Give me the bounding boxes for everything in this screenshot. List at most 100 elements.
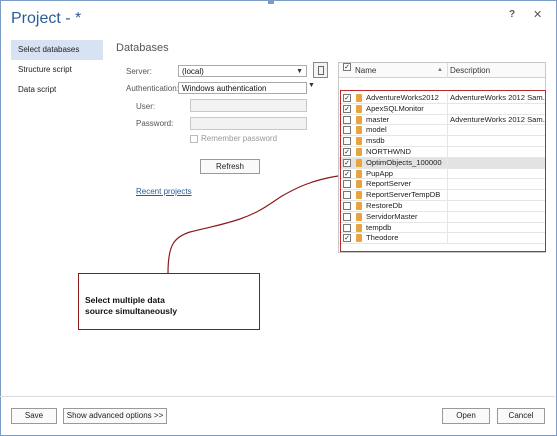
database-icon	[356, 158, 362, 167]
row-checkbox[interactable]	[343, 191, 351, 200]
database-name: ServidorMaster	[366, 211, 418, 221]
database-icon	[356, 104, 362, 113]
row-checkbox[interactable]: ✓	[343, 104, 351, 113]
row-checkbox[interactable]	[343, 115, 351, 124]
footer-divider	[0, 396, 555, 397]
database-description	[447, 233, 545, 244]
help-icon[interactable]: ?	[509, 9, 515, 20]
database-icon	[356, 234, 362, 243]
table-row[interactable]: ServidorMaster	[339, 211, 545, 223]
dialog-title: Project - *	[11, 10, 82, 27]
server-icon	[318, 66, 324, 75]
password-label: Password:	[136, 119, 174, 128]
callout-line-2: source simultaneously	[85, 306, 178, 316]
sidebar-nav: Select databases Structure script Data s…	[11, 40, 103, 100]
table-row[interactable]: model	[339, 125, 545, 137]
user-label: User:	[136, 102, 156, 111]
table-row[interactable]: ✓ NORTHWND	[339, 146, 545, 158]
row-checkbox[interactable]	[343, 223, 351, 232]
table-row[interactable]: RestoreDb	[339, 200, 545, 212]
table-row[interactable]: master AdventureWorks 2012 Sam...	[339, 114, 545, 126]
remember-password[interactable]: Remember password	[190, 134, 277, 143]
auth-label: Authentication:	[126, 84, 179, 93]
open-button[interactable]: Open	[442, 408, 490, 424]
close-icon[interactable]: ✕	[533, 8, 542, 21]
sidebar-item-structure-script[interactable]: Structure script	[11, 60, 103, 80]
section-title: Databases	[116, 42, 169, 54]
database-description	[447, 211, 545, 222]
database-name: AdventureWorks2012	[366, 93, 439, 102]
select-all-checkbox[interactable]: ✓	[343, 63, 351, 71]
grid-header: ✓ Name ▲ Description	[339, 63, 545, 78]
table-row[interactable]: ✓ PupApp	[339, 168, 545, 180]
table-row[interactable]: tempdb	[339, 222, 545, 234]
database-description	[447, 146, 545, 157]
database-description	[447, 157, 545, 168]
database-icon	[356, 223, 362, 232]
refresh-button[interactable]: Refresh	[200, 159, 260, 174]
database-name: NORTHWND	[366, 146, 411, 156]
chevron-down-icon[interactable]: ▼	[308, 82, 315, 89]
user-input[interactable]	[190, 99, 307, 112]
server-value: (local)	[182, 67, 204, 76]
database-icon	[356, 126, 362, 135]
row-checkbox[interactable]	[343, 180, 351, 189]
database-name: ReportServerTempDB	[366, 190, 441, 200]
database-grid: ✓ Name ▲ Description ✓ AdventureWorks2012…	[338, 62, 546, 253]
row-checkbox[interactable]: ✓	[343, 94, 351, 102]
database-description: AdventureWorks 2012 Sam...	[447, 114, 545, 125]
cancel-button[interactable]: Cancel	[497, 408, 545, 424]
sort-ascending-icon: ▲	[437, 67, 443, 73]
row-checkbox[interactable]	[343, 137, 351, 146]
table-row[interactable]: ✓ Theodore	[339, 233, 545, 245]
database-name: master	[366, 114, 390, 124]
table-row[interactable]: ✓ OptimObjects_100000	[339, 157, 545, 169]
database-description	[447, 179, 545, 190]
sidebar-item-select-databases[interactable]: Select databases	[11, 40, 103, 60]
password-input[interactable]	[190, 117, 307, 130]
table-row[interactable]: msdb	[339, 136, 545, 147]
header-description[interactable]: Description	[447, 63, 490, 78]
database-icon	[356, 115, 362, 124]
database-description	[447, 168, 545, 179]
row-checkbox[interactable]: ✓	[343, 169, 351, 178]
show-advanced-options-button[interactable]: Show advanced options >>	[63, 408, 167, 424]
database-icon	[356, 169, 362, 178]
table-row[interactable]: ✓ AdventureWorks2012 AdventureWorks 2012 S…	[339, 93, 545, 104]
row-checkbox[interactable]: ✓	[343, 158, 351, 167]
chevron-down-icon: ▼	[296, 68, 303, 75]
row-checkbox[interactable]	[343, 201, 351, 210]
server-label: Server:	[126, 67, 152, 76]
auth-value: Windows authentication	[182, 84, 267, 93]
database-icon	[356, 191, 362, 200]
row-checkbox[interactable]	[343, 212, 351, 221]
database-description	[447, 222, 545, 233]
database-description	[447, 103, 545, 114]
database-name: OptimObjects_100000	[366, 157, 442, 167]
row-checkbox[interactable]: ✓	[343, 234, 351, 243]
database-icon	[356, 94, 362, 102]
server-browse-button[interactable]	[313, 62, 328, 78]
database-description	[447, 200, 545, 211]
auth-select[interactable]: Windows authentication	[178, 82, 307, 94]
database-description	[447, 125, 545, 136]
server-select[interactable]: (local) ▼	[178, 65, 307, 77]
remember-password-checkbox[interactable]	[190, 134, 198, 143]
save-button[interactable]: Save	[11, 408, 57, 424]
table-row[interactable]: ✓ ApexSQLMonitor	[339, 103, 545, 115]
table-row[interactable]: ReportServer	[339, 179, 545, 191]
database-icon	[356, 212, 362, 221]
database-name: PupApp	[366, 168, 394, 178]
callout-line-1: Select multiple data	[85, 295, 165, 305]
sidebar-item-data-script[interactable]: Data script	[11, 80, 103, 100]
database-icon	[356, 137, 362, 146]
database-description	[447, 136, 545, 147]
recent-projects-link[interactable]: Recent projects	[136, 187, 192, 196]
header-name[interactable]: Name	[355, 63, 376, 78]
row-checkbox[interactable]	[343, 126, 351, 135]
row-checkbox[interactable]: ✓	[343, 147, 351, 156]
database-name: ReportServer	[366, 179, 412, 189]
grid-rows: ✓ AdventureWorks2012 AdventureWorks 2012 S…	[339, 93, 545, 245]
database-name: msdb	[366, 136, 385, 146]
table-row[interactable]: ReportServerTempDB	[339, 190, 545, 201]
